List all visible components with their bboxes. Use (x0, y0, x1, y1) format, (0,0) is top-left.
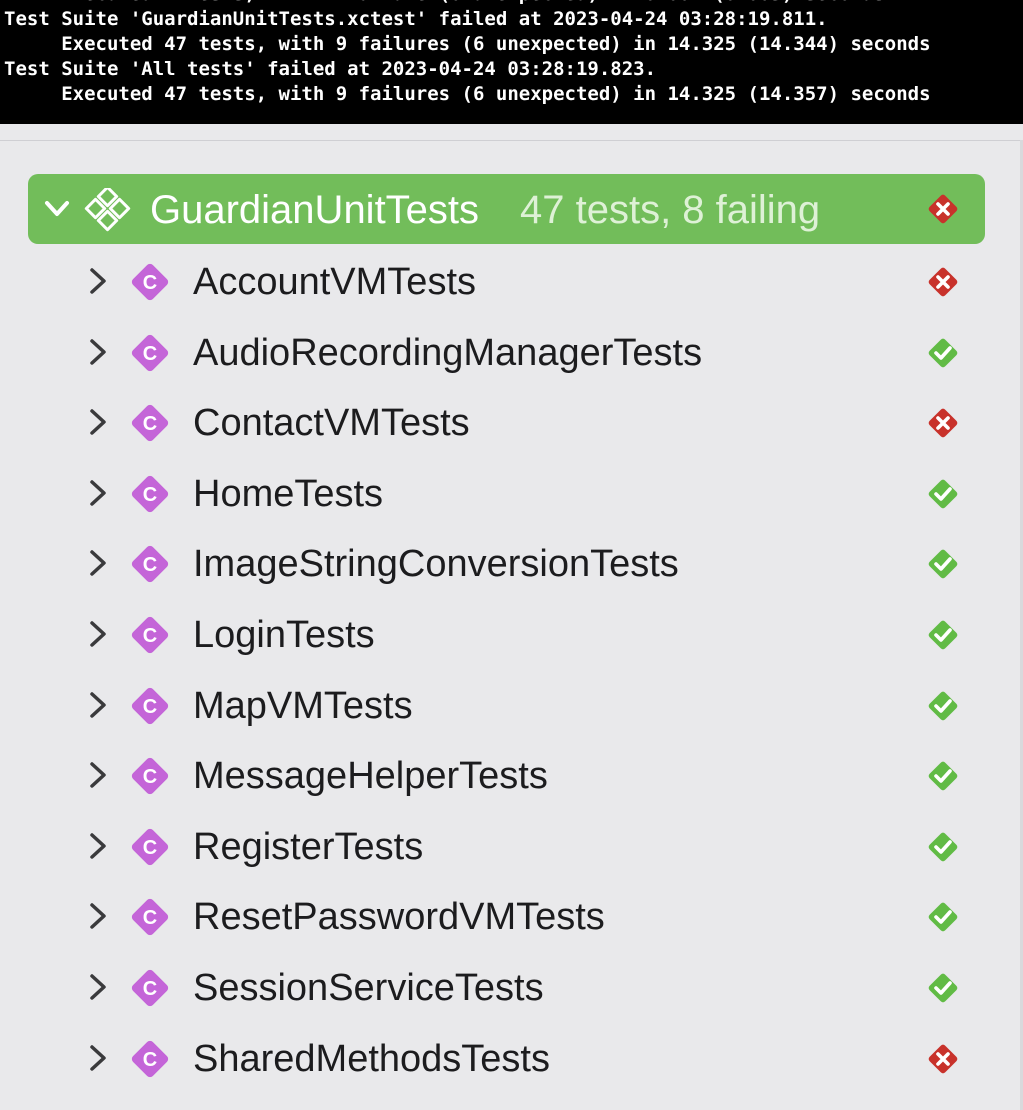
pass-status-icon (928, 620, 958, 650)
fail-status-icon (928, 1044, 958, 1073)
chevron-right-icon[interactable] (86, 337, 110, 367)
class-icon: C (131, 475, 169, 512)
class-icon: C (131, 263, 169, 301)
class-badge-letter: C (143, 837, 157, 859)
chevron-right-icon[interactable] (86, 407, 110, 437)
test-class-name: MessageHelperTests (193, 755, 548, 798)
test-class-name: HomeTests (193, 472, 384, 515)
test-class-name: ImageStringConversionTests (193, 543, 679, 586)
class-icon: C (131, 405, 169, 442)
class-badge-letter: C (143, 343, 157, 365)
test-class-row[interactable]: C RegisterTests (0, 811, 1020, 881)
class-icon: C (131, 828, 169, 865)
test-class-name: LoginTests (193, 614, 375, 656)
class-icon: C (131, 758, 169, 795)
fail-status-icon (928, 267, 958, 297)
test-class-name: AudioRecordingManagerTests (193, 331, 703, 374)
test-target-icon (84, 188, 131, 232)
class-icon: C (131, 1040, 169, 1077)
test-class-name: ContactVMTests (193, 402, 470, 445)
class-badge-letter: C (143, 978, 157, 1000)
pass-status-icon (928, 338, 958, 367)
chevron-right-icon[interactable] (86, 831, 110, 861)
test-class-row[interactable]: C ResetPasswordVMTests (0, 881, 1020, 951)
console-line: Executed 47 tests, with 9 failures (6 un… (4, 83, 931, 105)
test-class-name: MapVMTests (193, 684, 413, 727)
pass-status-icon (928, 903, 958, 932)
class-icon: C (131, 687, 169, 724)
test-class-row[interactable]: C ContactVMTests (0, 387, 1020, 457)
test-class-row[interactable]: C MapVMTests (0, 670, 1020, 740)
test-class-name: AccountVMTests (193, 261, 476, 303)
suite-name: GuardianUnitTests (150, 188, 480, 232)
test-class-row[interactable]: C MessageHelperTests (0, 740, 1020, 810)
chevron-right-icon[interactable] (86, 548, 110, 578)
pass-status-icon (928, 832, 958, 862)
test-class-name: ResetPasswordVMTests (193, 896, 605, 939)
test-class-name: RegisterTests (193, 825, 424, 868)
test-navigator: GuardianUnitTests 47 tests, 8 failing C A… (0, 140, 1020, 1110)
class-icon: C (131, 616, 169, 654)
class-badge-letter: C (143, 272, 157, 294)
class-badge-letter: C (143, 554, 157, 576)
test-suite-row[interactable]: GuardianUnitTests 47 tests, 8 failing (28, 174, 985, 244)
console-line: Executed 1 tests, with 1 failure (0 unex… (4, 0, 885, 7)
class-badge-letter: C (143, 696, 157, 718)
class-badge-letter: C (143, 625, 157, 647)
pass-status-icon (928, 691, 958, 720)
class-badge-letter: C (143, 484, 157, 506)
chevron-right-icon[interactable] (86, 690, 110, 720)
class-icon: C (131, 546, 169, 583)
chevron-right-icon[interactable] (86, 760, 110, 790)
pass-status-icon (928, 761, 958, 791)
suite-summary: 47 tests, 8 failing (520, 188, 821, 232)
class-badge-letter: C (143, 907, 157, 929)
pass-status-icon (928, 973, 958, 1003)
class-icon: C (131, 899, 169, 936)
class-badge-letter: C (143, 413, 157, 435)
test-class-row[interactable]: C SharedMethodsTests (0, 1023, 1020, 1093)
chevron-right-icon[interactable] (86, 1043, 110, 1073)
console-line: Executed 47 tests, with 9 failures (6 un… (4, 33, 931, 55)
test-class-row[interactable]: C LoginTests (0, 599, 1020, 669)
chevron-right-icon[interactable] (86, 972, 110, 1002)
divider (0, 124, 1023, 141)
pass-status-icon (928, 550, 958, 579)
test-class-name: SessionServiceTests (193, 967, 544, 1009)
fail-status-icon (928, 194, 958, 224)
chevron-right-icon[interactable] (86, 901, 110, 931)
class-icon: C (131, 334, 169, 371)
chevron-right-icon[interactable] (86, 619, 110, 649)
class-badge-letter: C (143, 1049, 157, 1071)
class-badge-letter: C (143, 766, 157, 788)
test-class-row[interactable]: C AccountVMTests (0, 246, 1020, 316)
class-icon: C (131, 969, 169, 1007)
chevron-right-icon[interactable] (86, 478, 110, 508)
test-class-row[interactable]: C ImageStringConversionTests (0, 528, 1020, 598)
chevron-down-icon[interactable] (42, 196, 72, 222)
pass-status-icon (928, 479, 958, 509)
test-class-row[interactable]: C HomeTests (0, 458, 1020, 528)
chevron-right-icon[interactable] (86, 266, 110, 296)
test-class-name: SharedMethodsTests (193, 1037, 550, 1080)
console-output: Executed 1 tests, with 1 failure (0 unex… (0, 0, 1023, 124)
test-class-row[interactable]: C SessionServiceTests (0, 952, 1020, 1022)
test-class-row[interactable]: C AudioRecordingManagerTests (0, 317, 1020, 387)
console-line: Test Suite 'GuardianUnitTests.xctest' fa… (4, 8, 828, 30)
console-line: Test Suite 'All tests' failed at 2023-04… (4, 58, 657, 80)
fail-status-icon (928, 408, 958, 438)
